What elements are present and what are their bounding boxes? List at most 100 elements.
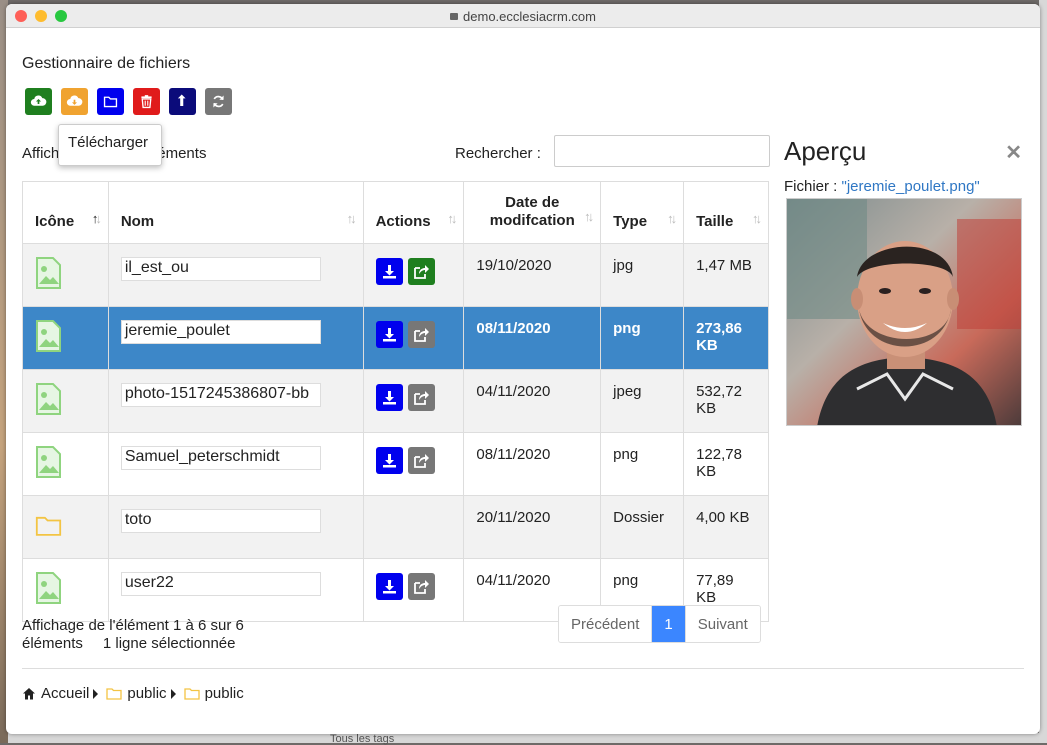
column-type[interactable]: Type ↑↓	[600, 181, 685, 244]
share-icon	[413, 454, 429, 468]
home-icon	[23, 688, 35, 700]
table-header-row: Icône ↑↓ Nom ↑↓ Actions ↑↓ Date de modifcat…	[22, 181, 769, 244]
address-bar[interactable]: demo.ecclesiacrm.com	[6, 9, 1040, 24]
type-cell: jpeg	[600, 369, 685, 433]
download-file-button[interactable]	[375, 447, 403, 474]
table-row[interactable]: il_est_ou 19/10/2020 jpg 1,47 MB	[22, 243, 769, 307]
download-button[interactable]	[61, 88, 88, 115]
search-label: Rechercher :	[455, 145, 541, 162]
date-cell: 08/11/2020	[463, 432, 602, 496]
size-cell: 273,86 KB	[683, 306, 769, 370]
download-icon	[382, 454, 396, 468]
name-cell: toto	[107, 495, 364, 559]
background-text: Tous les tags	[330, 733, 395, 745]
column-taille[interactable]: Taille ↑↓	[683, 181, 769, 244]
share-file-button[interactable]	[407, 258, 435, 285]
download-file-button[interactable]	[375, 573, 403, 600]
info-line: éléments	[22, 635, 83, 652]
image-file-icon	[36, 257, 61, 289]
trash-icon	[141, 95, 152, 109]
download-icon	[382, 265, 396, 279]
icon-cell	[22, 558, 109, 622]
actions-cell	[362, 495, 465, 559]
close-preview-icon[interactable]: ✕	[1005, 140, 1022, 165]
date-cell: 08/11/2020	[463, 306, 602, 370]
page-title: Gestionnaire de fichiers	[22, 55, 191, 72]
folder-icon	[183, 688, 200, 700]
new-folder-button[interactable]	[97, 88, 124, 115]
file-manager: Gestionnaire de fichiers Télécharger Aff…	[6, 28, 1040, 734]
image-file-icon	[36, 383, 61, 415]
icon-cell	[22, 306, 109, 370]
download-icon	[382, 580, 396, 594]
cloud-download-icon	[66, 95, 83, 106]
background-window-strip: Tous les tags	[8, 733, 1039, 745]
type-cell: jpg	[600, 243, 685, 307]
name-cell: il_est_ou	[107, 243, 364, 307]
breadcrumb-item-public[interactable]: public	[183, 685, 244, 702]
date-cell: 04/11/2020	[463, 369, 602, 433]
column-icone[interactable]: Icône ↑↓	[22, 181, 109, 244]
background-window	[1039, 0, 1047, 743]
share-file-button[interactable]	[407, 447, 435, 474]
rename-input[interactable]: Samuel_peterschmidt	[120, 446, 321, 470]
title-bar: demo.ecclesiacrm.com	[6, 4, 1040, 28]
download-file-button[interactable]	[375, 384, 403, 411]
download-file-button[interactable]	[375, 321, 403, 348]
download-file-button[interactable]	[375, 258, 403, 285]
download-icon	[382, 328, 396, 342]
preview-image	[786, 198, 1022, 426]
url-text: demo.ecclesiacrm.com	[463, 9, 596, 24]
previous-page-button[interactable]: Précédent	[559, 606, 653, 642]
size-cell: 122,78 KB	[683, 432, 769, 496]
share-file-button[interactable]	[407, 573, 435, 600]
actions-cell	[362, 432, 465, 496]
rename-input[interactable]: toto	[120, 509, 321, 533]
table-row[interactable]: jeremie_poulet 08/11/2020 png 273,86 KB	[22, 306, 769, 370]
divider	[22, 668, 1024, 669]
table-row[interactable]: Samuel_peterschmidt 08/11/2020 png 122,78 …	[22, 432, 769, 496]
name-cell: photo-1517245386807-bb	[107, 369, 364, 433]
refresh-button[interactable]	[205, 88, 232, 115]
name-cell: user22	[107, 558, 364, 622]
next-page-button[interactable]: Suivant	[684, 606, 760, 642]
type-cell: Dossier	[600, 495, 685, 559]
column-nom[interactable]: Nom ↑↓	[107, 181, 364, 244]
table-row[interactable]: photo-1517245386807-bb 04/11/2020 jpeg 532…	[22, 369, 769, 433]
share-icon	[413, 265, 429, 279]
share-file-button[interactable]	[407, 384, 435, 411]
level-up-icon	[177, 94, 186, 107]
tooltip: Télécharger	[58, 124, 162, 166]
lock-icon	[450, 13, 459, 20]
preview-file-link[interactable]: "jeremie_poulet.png"	[842, 178, 980, 195]
actions-cell	[362, 369, 465, 433]
upload-button[interactable]	[25, 88, 52, 115]
refresh-icon	[213, 95, 224, 108]
breadcrumb-item-public[interactable]: public	[106, 685, 167, 702]
breadcrumb-home[interactable]: Accueil	[22, 685, 89, 702]
icon-cell	[22, 369, 109, 433]
caret-right-icon	[93, 688, 99, 699]
column-date[interactable]: Date de modifcation ↑↓	[463, 181, 602, 244]
icon-cell	[22, 243, 109, 307]
column-actions[interactable]: Actions ↑↓	[362, 181, 465, 244]
sort-icon: ↑↓	[752, 211, 762, 226]
share-file-button[interactable]	[407, 321, 435, 348]
preview-file-label: Fichier : "jeremie_poulet.png"	[784, 178, 980, 195]
rename-input[interactable]: user22	[120, 572, 321, 596]
search-input[interactable]	[554, 135, 770, 167]
parent-folder-button[interactable]	[169, 88, 196, 115]
table-row[interactable]: toto 20/11/2020 Dossier 4,00 KB	[22, 495, 769, 559]
rename-input[interactable]: photo-1517245386807-bb	[120, 383, 321, 407]
name-cell: jeremie_poulet	[107, 306, 364, 370]
page-1-button[interactable]: 1	[652, 606, 685, 642]
delete-button[interactable]	[133, 88, 160, 115]
image-file-icon	[36, 320, 61, 352]
share-icon	[413, 328, 429, 342]
rename-input[interactable]: il_est_ou	[120, 257, 321, 281]
browser-window: demo.ecclesiacrm.com Gestionnaire de fic…	[6, 4, 1040, 734]
info-line: Affichage de l'élément 1 à 6 sur 6	[22, 617, 244, 634]
length-label-right: éments	[157, 145, 207, 162]
share-icon	[413, 391, 429, 405]
rename-input[interactable]: jeremie_poulet	[120, 320, 321, 344]
